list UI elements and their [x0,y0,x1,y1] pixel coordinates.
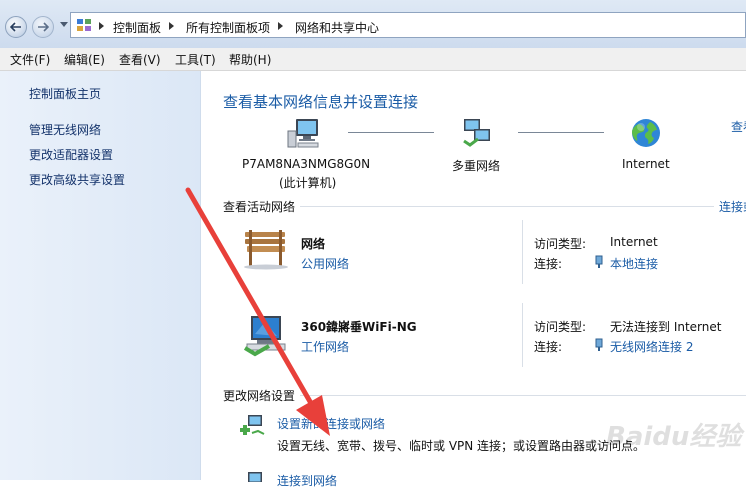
active-networks-heading: 查看活动网络 [223,198,300,215]
computer-sub-label: (此计算机) [279,176,337,190]
forward-arrow-icon [38,22,49,32]
setup-new-connection-link[interactable]: 设置新的连接或网络 [277,415,385,432]
sidebar-item-adapter-settings[interactable]: 更改适配器设置 [29,146,113,163]
view-full-map-link[interactable]: 查看 [731,118,746,135]
change-settings-heading: 更改网络设置 [223,387,300,404]
internet-globe-icon [632,119,660,147]
menu-bar: 文件(F) 编辑(E) 查看(V) 工具(T) 帮助(H) [0,48,746,71]
multi-network-icon [463,119,490,147]
column-divider [522,303,523,367]
breadcrumb-control-panel[interactable]: 控制面板 [113,19,161,36]
network-1-access-label: 访问类型: [534,237,587,251]
network-2-connection-label: 连接: [534,340,563,354]
menu-file[interactable]: 文件(F) [10,51,50,68]
breadcrumb-separator[interactable] [169,22,174,30]
computer-icon [287,119,319,148]
section-rule [300,395,746,396]
network-1-connection-label: 连接: [534,257,563,271]
network-2-name: 360鍏嶈垂WiFi-NG [301,320,417,334]
network-2-access-label: 访问类型: [534,320,587,334]
computer-name-label: P7AM8NA3NMG8G0N [242,157,371,171]
breadcrumb-network-center[interactable]: 网络和共享中心 [295,19,379,36]
connection-line [518,132,604,133]
menu-view[interactable]: 查看(V) [119,51,161,68]
menu-edit[interactable]: 编辑(E) [64,51,105,68]
section-rule [300,206,714,207]
connect-or-disconnect-link[interactable]: 连接或 [719,198,746,215]
network-1-access-value: Internet [610,235,658,249]
sidebar-item-manage-wireless[interactable]: 管理无线网络 [29,121,101,138]
ethernet-icon [595,255,603,268]
breadcrumb-separator[interactable] [278,22,283,30]
multi-network-label: 多重网络 [452,159,501,173]
network-1-type-link[interactable]: 公用网络 [301,255,349,272]
menu-tools[interactable]: 工具(T) [175,51,216,68]
sidebar-home-link[interactable]: 控制面板主页 [29,85,101,102]
breadcrumb-all-items[interactable]: 所有控制面板项 [186,19,270,36]
address-bar-area: 控制面板 所有控制面板项 网络和共享中心 [0,0,746,49]
column-divider [522,220,523,284]
new-connection-icon [240,415,265,435]
connect-to-network-link[interactable]: 连接到网络 [277,472,337,489]
park-bench-icon [244,230,288,270]
back-button[interactable] [5,16,27,38]
control-panel-icon [77,19,91,31]
work-network-icon [243,316,286,357]
back-arrow-icon [10,22,21,32]
network-1-connection-link[interactable]: 本地连接 [610,255,658,272]
network-1-name: 网络 [301,237,326,251]
setup-new-connection-desc: 设置无线、宽带、拨号、临时或 VPN 连接；或设置路由器或访问点。 [277,439,646,453]
menu-help[interactable]: 帮助(H) [229,51,271,68]
address-box[interactable]: 控制面板 所有控制面板项 网络和共享中心 [70,12,746,38]
network-2-connection-link[interactable]: 无线网络连接 2 [610,338,693,355]
watermark: Baidu经验 [606,422,742,452]
connection-line [348,132,434,133]
network-2-type-link[interactable]: 工作网络 [301,338,349,355]
wireless-adapter-icon [595,338,603,351]
forward-button[interactable] [32,16,54,38]
internet-label: Internet [622,157,670,171]
page-title: 查看基本网络信息并设置连接 [223,93,419,111]
connect-network-icon [248,472,262,482]
recent-pages-dropdown[interactable] [60,22,68,27]
sidebar-item-advanced-sharing[interactable]: 更改高级共享设置 [29,171,125,188]
network-2-access-value: 无法连接到 Internet [610,320,722,334]
breadcrumb-separator[interactable] [99,22,104,30]
